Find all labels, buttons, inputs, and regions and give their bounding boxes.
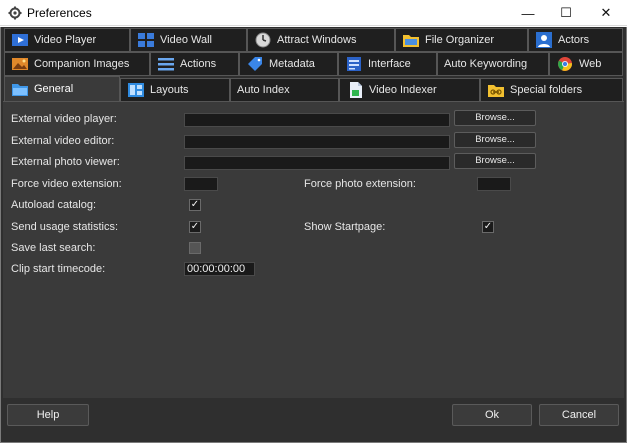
show-startpage-label: Show Startpage:	[304, 221, 386, 233]
external-video-editor-label: External video editor:	[11, 135, 115, 147]
browse-video-editor-button[interactable]: Browse...	[454, 132, 536, 148]
minimize-button[interactable]: —	[508, 0, 548, 26]
tab-label: Video Indexer	[369, 84, 437, 96]
dialog-footer: Help Ok Cancel	[3, 398, 624, 442]
clock-icon	[255, 32, 271, 48]
tab-general[interactable]: General	[4, 76, 120, 102]
external-photo-viewer-field[interactable]	[184, 156, 450, 170]
help-button[interactable]: Help	[7, 404, 89, 426]
clip-start-timecode-label: Clip start timecode:	[11, 263, 106, 275]
video-wall-icon	[138, 33, 154, 47]
tab-video-wall[interactable]: Video Wall	[130, 28, 247, 52]
tab-special-folders[interactable]: Special folders	[480, 78, 623, 102]
chrome-icon	[558, 57, 572, 71]
image-icon	[12, 58, 28, 70]
list-icon	[158, 58, 174, 71]
save-last-search-label: Save last search:	[11, 242, 96, 254]
close-button[interactable]: ✕	[586, 0, 626, 26]
tab-interface[interactable]: Interface	[338, 52, 437, 76]
tab-auto-index[interactable]: Auto Index	[230, 78, 339, 102]
force-video-extension-field[interactable]	[184, 177, 218, 191]
folder-blue-icon	[12, 84, 28, 96]
tab-label: Attract Windows	[277, 34, 357, 46]
link-folder-icon	[488, 85, 504, 97]
send-usage-statistics-checkbox[interactable]: ✓	[189, 221, 201, 233]
tab-label: Actors	[558, 34, 590, 46]
send-usage-statistics-label: Send usage statistics:	[11, 221, 119, 233]
interface-icon	[347, 57, 361, 71]
window-title: Preferences	[27, 6, 92, 20]
tab-actors[interactable]: Actors	[528, 28, 623, 52]
general-panel: External video player: Browse... Externa…	[3, 101, 624, 398]
save-last-search-checkbox[interactable]	[189, 242, 201, 254]
video-player-icon	[12, 34, 28, 46]
tag-icon	[248, 57, 262, 71]
tab-auto-keywording[interactable]: Auto Keywording	[437, 52, 549, 76]
tab-label: Special folders	[510, 84, 583, 96]
title-bar: Preferences — ☐ ✕	[0, 0, 627, 26]
tab-label: Companion Images	[34, 58, 130, 70]
document-icon	[350, 82, 362, 98]
tab-label: General	[34, 83, 74, 95]
tab-label: Video Wall	[160, 34, 212, 46]
tab-label: Web	[579, 58, 602, 70]
cancel-button[interactable]: Cancel	[539, 404, 619, 426]
tab-label: Video Player	[34, 34, 97, 46]
external-video-editor-field[interactable]	[184, 135, 450, 149]
folder-icon	[403, 35, 419, 47]
external-photo-viewer-label: External photo viewer:	[11, 156, 120, 168]
force-video-extension-label: Force video extension:	[11, 178, 122, 190]
tab-label: File Organizer	[425, 34, 495, 46]
person-icon	[536, 32, 552, 48]
maximize-button[interactable]: ☐	[546, 0, 586, 26]
tab-label: Interface	[368, 58, 411, 70]
gear-icon	[8, 6, 22, 20]
tab-label: Auto Index	[237, 84, 290, 96]
tab-file-organizer[interactable]: File Organizer	[395, 28, 528, 52]
tab-layouts[interactable]: Layouts	[120, 78, 230, 102]
force-photo-extension-field[interactable]	[477, 177, 511, 191]
browse-photo-viewer-button[interactable]: Browse...	[454, 153, 536, 169]
show-startpage-checkbox[interactable]: ✓	[482, 221, 494, 233]
tab-label: Actions	[180, 58, 217, 70]
tab-metadata[interactable]: Metadata	[239, 52, 338, 76]
tab-actions[interactable]: Actions	[150, 52, 239, 76]
tab-video-player[interactable]: Video Player	[4, 28, 130, 52]
tab-companion-images[interactable]: Companion Images	[4, 52, 150, 76]
external-video-player-field[interactable]	[184, 113, 450, 127]
browse-video-player-button[interactable]: Browse...	[454, 110, 536, 126]
tab-label: Auto Keywording	[444, 58, 528, 70]
autoload-catalog-label: Autoload catalog:	[11, 199, 97, 211]
tab-web[interactable]: Web	[549, 52, 623, 76]
preferences-window: Video Player Video Wall Attract Windows …	[0, 27, 627, 443]
clip-start-timecode-field[interactable]: 00:00:00:00	[184, 262, 255, 276]
tab-label: Metadata	[269, 58, 315, 70]
ok-button[interactable]: Ok	[452, 404, 532, 426]
force-photo-extension-label: Force photo extension:	[304, 178, 416, 190]
layout-icon	[128, 83, 144, 97]
tab-video-indexer[interactable]: Video Indexer	[339, 78, 480, 102]
tab-attract-windows[interactable]: Attract Windows	[247, 28, 395, 52]
tab-label: Layouts	[150, 84, 189, 96]
external-video-player-label: External video player:	[11, 113, 117, 125]
autoload-catalog-checkbox[interactable]: ✓	[189, 199, 201, 211]
